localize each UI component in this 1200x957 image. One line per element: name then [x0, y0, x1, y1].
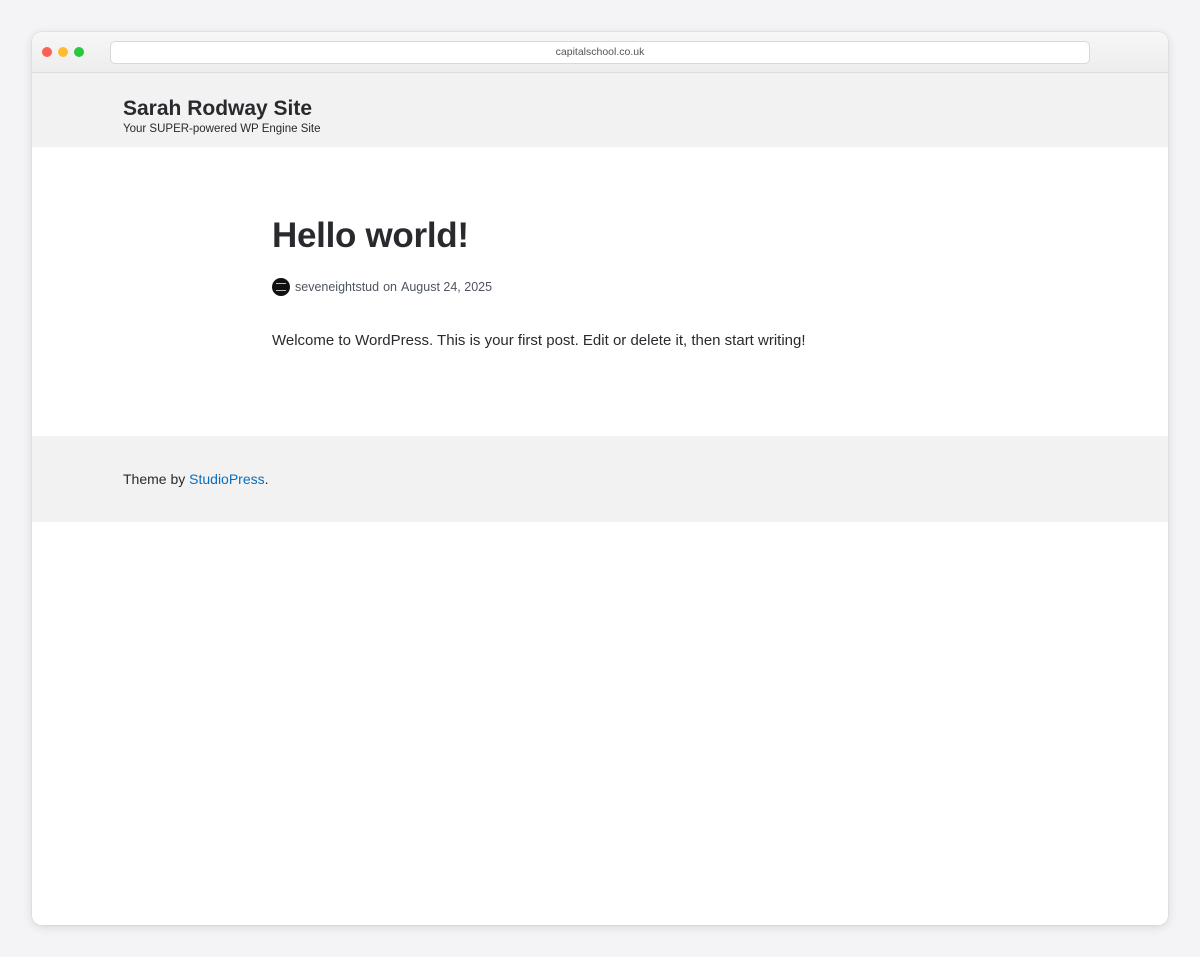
site-footer: Theme by StudioPress. — [32, 436, 1168, 522]
address-bar[interactable]: capitalschool.co.uk — [110, 41, 1090, 64]
footer-credit-suffix: . — [264, 471, 269, 487]
site-header: Sarah Rodway Site Your SUPER-powered WP … — [32, 73, 1168, 147]
post-meta-separator: on — [383, 280, 397, 294]
main-content: Hello world! seveneightstud on August 24… — [32, 147, 1168, 436]
post-body: Welcome to WordPress. This is your first… — [272, 332, 806, 349]
page-blank-area — [32, 522, 1168, 925]
post-title: Hello world! — [272, 216, 469, 255]
browser-titlebar: capitalschool.co.uk — [32, 32, 1168, 73]
author-avatar — [272, 278, 290, 296]
browser-window: capitalschool.co.uk Sarah Rodway Site Yo… — [32, 32, 1168, 925]
post-meta: seveneightstud on August 24, 2025 — [272, 277, 492, 297]
studiopress-link[interactable]: StudioPress — [189, 471, 264, 487]
site-title[interactable]: Sarah Rodway Site — [123, 96, 312, 122]
address-bar-url: capitalschool.co.uk — [555, 46, 645, 58]
post-date: August 24, 2025 — [401, 280, 493, 294]
minimize-window-button[interactable] — [58, 47, 68, 57]
close-window-button[interactable] — [42, 47, 52, 57]
post-author[interactable]: seveneightstud — [295, 280, 379, 294]
site-description: Your SUPER-powered WP Engine Site — [123, 123, 321, 135]
footer-credit-prefix: Theme by — [123, 471, 190, 487]
footer-credit: Theme by StudioPress. — [123, 469, 269, 489]
maximize-window-button[interactable] — [74, 47, 84, 57]
